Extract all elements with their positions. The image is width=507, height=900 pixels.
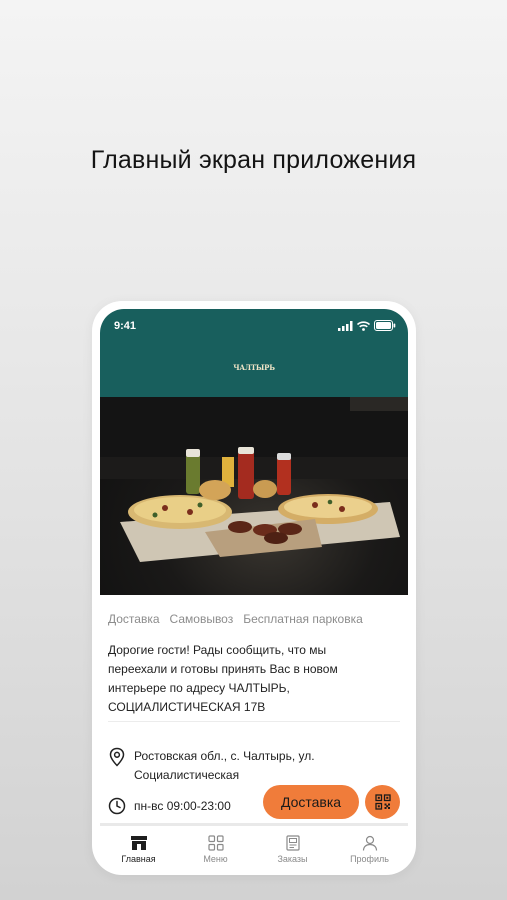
- feature-tags: Доставка Самовывоз Бесплатная парковка: [108, 612, 363, 626]
- news-text: Дорогие гости! Рады сообщить, что мы пер…: [108, 641, 398, 717]
- app-screen: 9:41 ЧАЛТЫРЬ Доставка Самовывоз Бесплатн…: [100, 309, 408, 867]
- tag-delivery: Доставка: [108, 612, 160, 626]
- address-line: Ростовская обл., с. Чалтырь, ул.: [134, 749, 315, 763]
- receipt-icon: [285, 835, 300, 851]
- grid-icon: [207, 835, 224, 851]
- phone-frame: 9:41 ЧАЛТЫРЬ Доставка Самовывоз Бесплатн…: [92, 301, 416, 875]
- hours-text: пн-вс 09:00-23:00: [134, 799, 231, 813]
- status-time: 9:41: [114, 320, 137, 332]
- delivery-button[interactable]: Доставка: [263, 785, 359, 819]
- news-line: переехали и готовы принять Вас в новом: [108, 662, 338, 676]
- tag-pickup: Самовывоз: [169, 612, 234, 626]
- content-divider: [108, 721, 400, 722]
- address-row[interactable]: Ростовская обл., с. Чалтырь, ул. Социали…: [108, 747, 354, 785]
- bottom-tab-bar: Главная Меню Заказы Профиль: [100, 826, 408, 867]
- tab-profile[interactable]: Профиль: [331, 826, 408, 867]
- shop-icon: [130, 836, 147, 850]
- hero-food-photo: [100, 397, 408, 595]
- news-line: Дорогие гости! Рады сообщить, что мы: [108, 643, 327, 657]
- qr-code-button[interactable]: [365, 785, 400, 819]
- clock-icon: [108, 797, 126, 815]
- tag-parking: Бесплатная парковка: [243, 612, 363, 626]
- hours-row: пн-вс 09:00-23:00: [108, 797, 231, 815]
- brand-logo-text: ЧАЛТЫРЬ: [233, 362, 275, 372]
- tab-orders-label: Заказы: [277, 854, 308, 864]
- app-header: 9:41 ЧАЛТЫРЬ: [100, 309, 408, 397]
- battery-icon: [374, 320, 396, 331]
- news-line: интерьере по адресу ЧАЛТЫРЬ,: [108, 681, 290, 695]
- tab-profile-label: Профиль: [350, 854, 389, 864]
- address-line: Социалистическая: [134, 768, 240, 782]
- page-caption: Главный экран приложения: [90, 146, 417, 174]
- status-icons: [338, 320, 396, 331]
- user-icon: [362, 835, 377, 851]
- tab-orders[interactable]: Заказы: [254, 826, 331, 867]
- news-line: СОЦИАЛИСТИЧЕСКАЯ 17В: [108, 700, 266, 714]
- wifi-icon: [357, 320, 370, 331]
- brand-logo: ЧАЛТЫРЬ: [233, 354, 275, 380]
- tab-menu[interactable]: Меню: [177, 826, 254, 867]
- address-text: Ростовская обл., с. Чалтырь, ул. Социали…: [134, 747, 354, 785]
- signal-icon: [338, 320, 353, 331]
- location-pin-icon: [109, 747, 125, 767]
- tab-menu-label: Меню: [203, 854, 228, 864]
- qr-code-icon: [374, 794, 391, 810]
- tab-home[interactable]: Главная: [100, 826, 177, 867]
- tab-home-label: Главная: [121, 854, 156, 864]
